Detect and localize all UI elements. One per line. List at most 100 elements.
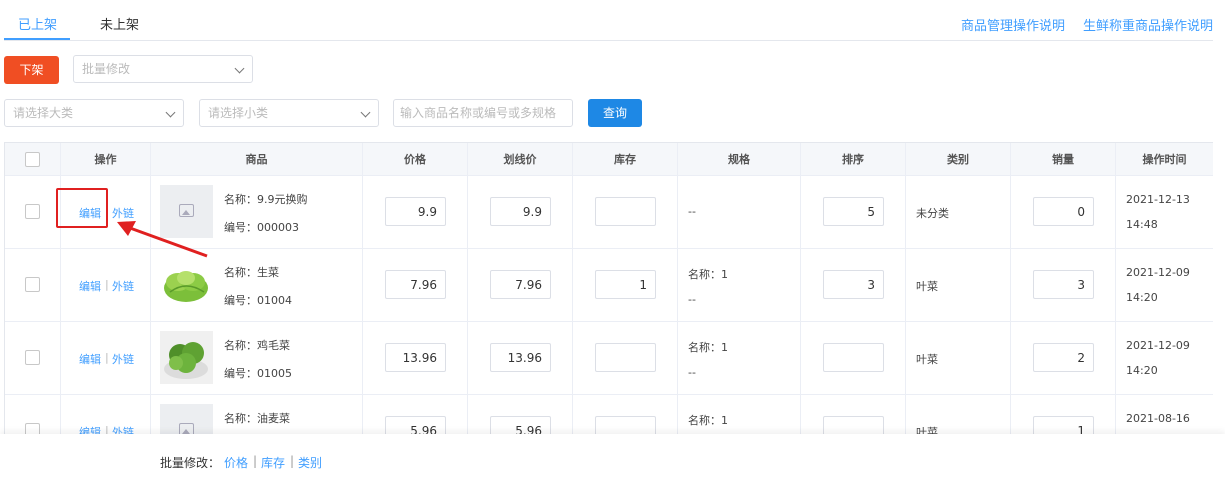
header-product: 商品 (151, 143, 363, 175)
spec-text: 名称：1 (688, 268, 728, 281)
table-header-row: 操作 商品 价格 划线价 库存 规格 排序 类别 销量 操作时间 (5, 143, 1213, 176)
price-input[interactable] (385, 343, 446, 372)
external-link[interactable]: 外链 (112, 278, 134, 294)
batch-edit-footer: 批量修改： 价格 | 库存 | 类别 (0, 434, 1225, 484)
off-shelf-button[interactable]: 下架 (4, 56, 59, 84)
spec-text: 名称：1 (688, 414, 728, 427)
op-separator: | (105, 278, 109, 291)
external-link[interactable]: 外链 (112, 424, 134, 434)
row-checkbox[interactable] (25, 277, 40, 292)
shelf-tabs: 已上架 未上架 商品管理操作说明 生鲜称重商品操作说明 (4, 0, 1213, 41)
op-separator: | (105, 424, 109, 434)
edit-link[interactable]: 编辑 (79, 351, 101, 367)
edit-link[interactable]: 编辑 (79, 278, 101, 294)
product-search-input[interactable] (393, 99, 573, 127)
header-sort: 排序 (801, 143, 906, 175)
image-placeholder-icon (179, 204, 194, 217)
external-link[interactable]: 外链 (112, 351, 134, 367)
strike-price-input[interactable] (490, 343, 551, 372)
fresh-weighing-help-link[interactable]: 生鲜称重商品操作说明 (1083, 15, 1213, 34)
select-all-checkbox[interactable] (25, 152, 40, 167)
edit-highlight-box (56, 188, 108, 228)
operation-time: 14:20 (1126, 291, 1158, 304)
sort-input[interactable] (823, 343, 884, 372)
chevron-down-icon (165, 107, 176, 118)
price-input[interactable] (385, 416, 446, 434)
major-category-select[interactable]: 请选择大类 (4, 99, 184, 127)
major-category-placeholder: 请选择大类 (13, 106, 74, 120)
row-checkbox[interactable] (25, 204, 40, 219)
table-row: 编辑 | 外链 名称：生菜 编号：01004 7.96 7.96 1 名称：1 … (5, 249, 1213, 322)
stock-input[interactable] (595, 343, 656, 372)
product-thumbnail (160, 404, 213, 434)
spec-text: 名称：1 (688, 341, 728, 354)
price-input[interactable] (385, 197, 446, 226)
product-thumbnail (160, 185, 213, 238)
stock-input[interactable] (595, 197, 656, 226)
category-text: 未分类 (916, 207, 949, 220)
chevron-down-icon (360, 107, 371, 118)
price-input[interactable] (385, 270, 446, 299)
category-text: 叶菜 (916, 426, 938, 434)
query-button[interactable]: 查询 (588, 99, 642, 127)
minor-category-select[interactable]: 请选择小类 (199, 99, 379, 127)
batch-edit-label: 批量修改： (160, 456, 221, 470)
strike-price-input[interactable] (490, 197, 551, 226)
product-code: 编号：000003 (224, 221, 299, 234)
sales-input[interactable] (1033, 197, 1094, 226)
product-name: 名称：生菜 (224, 266, 279, 279)
operation-date: 2021-12-09 (1126, 266, 1190, 279)
batch-stock-link[interactable]: 库存 (261, 454, 285, 471)
product-name: 名称：鸡毛菜 (224, 339, 290, 352)
sort-input[interactable] (823, 197, 884, 226)
sort-input[interactable] (823, 270, 884, 299)
batch-category-link[interactable]: 类别 (298, 454, 322, 471)
minor-category-placeholder: 请选择小类 (208, 106, 269, 120)
row-checkbox[interactable] (25, 350, 40, 365)
strike-price-input[interactable] (490, 416, 551, 434)
row-checkbox[interactable] (25, 423, 40, 434)
batch-separator: | (290, 454, 295, 468)
product-management-page: 已上架 未上架 商品管理操作说明 生鲜称重商品操作说明 下架 批量修改 请选择大… (0, 0, 1225, 484)
spec-text: -- (688, 366, 696, 379)
header-spec: 规格 (678, 143, 801, 175)
header-stock: 库存 (573, 143, 678, 175)
product-management-help-link[interactable]: 商品管理操作说明 (961, 15, 1065, 34)
product-code: 编号：01005 (224, 367, 292, 380)
sales-input[interactable] (1033, 270, 1094, 299)
batch-price-link[interactable]: 价格 (224, 454, 248, 471)
lettuce-photo (160, 258, 213, 311)
sales-input[interactable] (1033, 343, 1094, 372)
table-row: 编辑 | 外链 名称：鸡毛菜 编号：01005 13.96 13.96 名称：1… (5, 322, 1213, 395)
tab-off-shelf[interactable]: 未上架 (100, 14, 139, 33)
table-row: 编辑 | 外链 名称：9.9元换购 编号：000003 -- 未分类 2021-… (5, 176, 1213, 249)
sales-input[interactable] (1033, 416, 1094, 434)
external-link[interactable]: 外链 (112, 205, 134, 221)
batch-separator: | (253, 454, 258, 468)
active-tab-indicator (4, 38, 70, 40)
stock-input[interactable] (595, 270, 656, 299)
header-sales: 销量 (1011, 143, 1116, 175)
operation-date: 2021-12-09 (1126, 339, 1190, 352)
image-placeholder-icon (179, 423, 194, 434)
stock-input[interactable] (595, 416, 656, 434)
header-category: 类别 (906, 143, 1011, 175)
batch-edit-select[interactable]: 批量修改 (73, 55, 253, 83)
product-table: 操作 商品 价格 划线价 库存 规格 排序 类别 销量 操作时间 编辑 | 外链… (4, 142, 1213, 434)
header-select-cell (5, 143, 61, 175)
edit-link[interactable]: 编辑 (79, 424, 101, 434)
strike-price-input[interactable] (490, 270, 551, 299)
operation-date: 2021-08-16 (1126, 412, 1190, 425)
batch-edit-placeholder: 批量修改 (82, 62, 131, 76)
table-row: 编辑 | 外链 名称：油麦菜 名称：1 叶菜 2021-08-16 (5, 395, 1213, 434)
header-strike-price: 划线价 (468, 143, 573, 175)
sort-input[interactable] (823, 416, 884, 434)
header-price: 价格 (363, 143, 468, 175)
operation-date: 2021-12-13 (1126, 193, 1190, 206)
product-name: 名称：油麦菜 (224, 412, 290, 425)
greens-photo (160, 331, 213, 384)
category-text: 叶菜 (916, 353, 938, 366)
spec-text: -- (688, 205, 696, 218)
tab-on-shelf[interactable]: 已上架 (18, 14, 57, 33)
spec-text: -- (688, 293, 696, 306)
